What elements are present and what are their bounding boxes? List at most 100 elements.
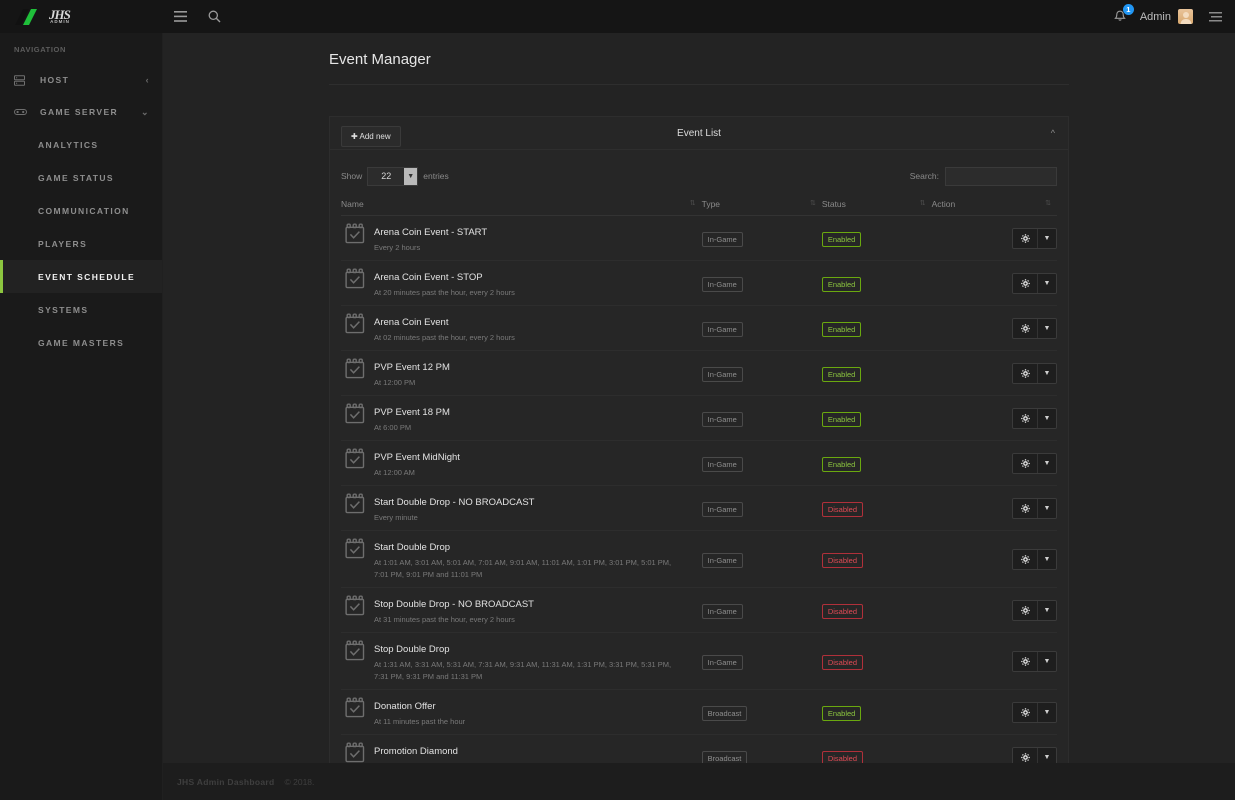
cell-action: ▼ — [932, 486, 1057, 531]
table-row[interactable]: PVP Event 18 PM At 6:00 PM In-Game Enabled ▼ — [341, 396, 1057, 441]
cell-type: In-Game — [701, 441, 822, 486]
table-row[interactable]: Donation Offer At 11 minutes past the hou… — [341, 690, 1057, 735]
calendar-check-icon — [345, 358, 365, 384]
caret-down-icon[interactable]: ▼ — [1037, 408, 1056, 428]
gear-icon[interactable] — [1013, 498, 1037, 518]
cell-action: ▼ — [932, 588, 1057, 633]
sort-icon[interactable]: ⇅ — [690, 199, 696, 207]
top-bar: JHS ADMIN 1 Admin — [0, 0, 1235, 33]
caret-down-icon[interactable]: ▼ — [1037, 747, 1056, 763]
column-header-action[interactable]: Action ⇅ — [931, 196, 1057, 216]
table-row[interactable]: Stop Double Drop - NO BROADCAST At 31 min… — [341, 588, 1057, 633]
page-length-select[interactable]: 22 ▼ — [367, 166, 419, 186]
sidebar-item-game-server[interactable]: GAME SERVER ⌄ — [0, 96, 162, 128]
cell-status: Enabled — [821, 441, 932, 486]
event-name: PVP Event 18 PM — [374, 407, 450, 418]
table-row[interactable]: Arena Coin Event At 02 minutes past the h… — [341, 306, 1057, 351]
status-badge: Disabled — [821, 751, 863, 763]
event-name: Start Double Drop - NO BROADCAST — [374, 497, 535, 508]
hamburger-icon[interactable] — [163, 0, 197, 33]
sidebar-item-label: PLAYERS — [38, 238, 88, 249]
sidebar-item-game-masters[interactable]: GAME MASTERS — [0, 326, 162, 359]
caret-down-icon[interactable]: ▼ — [1037, 453, 1056, 473]
chevron-down-icon[interactable]: ▼ — [404, 167, 418, 185]
cell-type: In-Game — [701, 633, 822, 690]
table-row[interactable]: Arena Coin Event - STOP At 20 minutes pas… — [341, 261, 1057, 306]
calendar-check-icon — [345, 697, 365, 723]
caret-down-icon[interactable]: ▼ — [1037, 318, 1056, 338]
avatar[interactable] — [1178, 9, 1193, 24]
sidebar-item-label: COMMUNICATION — [38, 205, 130, 216]
gear-icon[interactable] — [1013, 747, 1037, 763]
add-new-button[interactable]: ✚ Add new — [341, 126, 401, 147]
status-badge: Enabled — [821, 277, 862, 292]
caret-down-icon[interactable]: ▼ — [1037, 651, 1056, 671]
sort-icon[interactable]: ⇅ — [1045, 199, 1051, 207]
brand-logo[interactable]: JHS ADMIN — [0, 0, 163, 33]
entries-label: entries — [423, 171, 449, 181]
caret-down-icon[interactable]: ▼ — [1037, 498, 1056, 518]
cell-name: PVP Event 12 PM At 12:00 PM — [341, 351, 702, 396]
table-row[interactable]: Arena Coin Event - START Every 2 hours In-… — [341, 216, 1057, 261]
search-input[interactable] — [945, 166, 1057, 186]
chevron-down-icon[interactable]: ⌄ — [141, 107, 150, 118]
caret-down-icon[interactable]: ▼ — [1037, 228, 1056, 248]
caret-down-icon[interactable]: ▼ — [1037, 702, 1056, 722]
gear-icon[interactable] — [1013, 600, 1037, 620]
sidebar-item-game-status[interactable]: GAME STATUS — [0, 161, 162, 194]
status-badge: Enabled — [821, 457, 862, 472]
cell-type: In-Game — [701, 531, 822, 588]
sidebar-item-analytics[interactable]: ANALYTICS — [0, 128, 162, 161]
sidebar-item-event-schedule[interactable]: EVENT SCHEDULE — [0, 260, 162, 293]
sidebar-item-players[interactable]: PLAYERS — [0, 227, 162, 260]
sidebar-item-label: HOST — [40, 75, 70, 85]
table-row[interactable]: Start Double Drop At 1:01 AM, 3:01 AM, 5:… — [341, 531, 1057, 588]
event-name: Arena Coin Event - STOP — [374, 272, 483, 283]
gear-icon[interactable] — [1013, 363, 1037, 383]
table-row[interactable]: PVP Event 12 PM At 12:00 PM In-Game Enabled… — [341, 351, 1057, 396]
row-action-group: ▼ — [1012, 227, 1057, 249]
sidebar-item-label: SYSTEMS — [38, 304, 89, 315]
search-icon[interactable] — [197, 0, 231, 33]
status-badge: Enabled — [821, 412, 862, 427]
caret-down-icon[interactable]: ▼ — [1037, 363, 1056, 383]
sidebar-item-host[interactable]: HOST ‹ — [0, 64, 162, 96]
notifications-button[interactable]: 1 — [1104, 0, 1136, 33]
column-header-name[interactable]: Name ⇅ — [341, 196, 702, 216]
column-header-type[interactable]: Type ⇅ — [701, 196, 822, 216]
list-menu-icon[interactable] — [1201, 0, 1229, 33]
table-row[interactable]: Stop Double Drop At 1:31 AM, 3:31 AM, 5:3… — [341, 633, 1057, 690]
cell-action: ▼ — [932, 441, 1057, 486]
cell-status: Disabled — [821, 588, 932, 633]
table-row[interactable]: PVP Event MidNight At 12:00 AM In-Game Enab… — [341, 441, 1057, 486]
caret-down-icon[interactable]: ▼ — [1037, 273, 1056, 293]
gear-icon[interactable] — [1013, 549, 1037, 569]
column-header-status[interactable]: Status ⇅ — [821, 196, 932, 216]
event-name: Stop Double Drop - NO BROADCAST — [374, 599, 534, 610]
sidebar-item-systems[interactable]: SYSTEMS — [0, 293, 162, 326]
panel-body: Show 22 ▼ entries Search: Name ⇅ Type ⇅ … — [330, 150, 1068, 763]
cell-type: In-Game — [701, 396, 822, 441]
cell-name: Arena Coin Event - START Every 2 hours — [341, 216, 702, 261]
chevron-up-icon[interactable]: ^ — [1051, 128, 1055, 138]
gear-icon[interactable] — [1013, 702, 1037, 722]
gear-icon[interactable] — [1013, 453, 1037, 473]
gear-icon[interactable] — [1013, 318, 1037, 338]
event-schedule-text: At 12:00 PM — [374, 378, 416, 387]
chevron-left-icon[interactable]: ‹ — [146, 75, 150, 85]
sidebar-item-communication[interactable]: COMMUNICATION — [0, 194, 162, 227]
table-row[interactable]: Promotion DiamondAt 15 minutes past the … — [341, 735, 1057, 763]
gear-icon[interactable] — [1013, 408, 1037, 428]
gear-icon[interactable] — [1013, 651, 1037, 671]
table-row[interactable]: Start Double Drop - NO BROADCAST Every mi… — [341, 486, 1057, 531]
cell-type: In-Game — [701, 351, 822, 396]
sort-icon[interactable]: ⇅ — [920, 199, 926, 207]
cell-name: PVP Event MidNight At 12:00 AM — [341, 441, 702, 486]
caret-down-icon[interactable]: ▼ — [1037, 600, 1056, 620]
caret-down-icon[interactable]: ▼ — [1037, 549, 1056, 569]
footer-copyright: © 2018. — [284, 776, 315, 787]
sort-icon[interactable]: ⇅ — [810, 199, 816, 207]
sidebar-item-label: GAME MASTERS — [38, 337, 125, 348]
gear-icon[interactable] — [1013, 228, 1037, 248]
gear-icon[interactable] — [1013, 273, 1037, 293]
